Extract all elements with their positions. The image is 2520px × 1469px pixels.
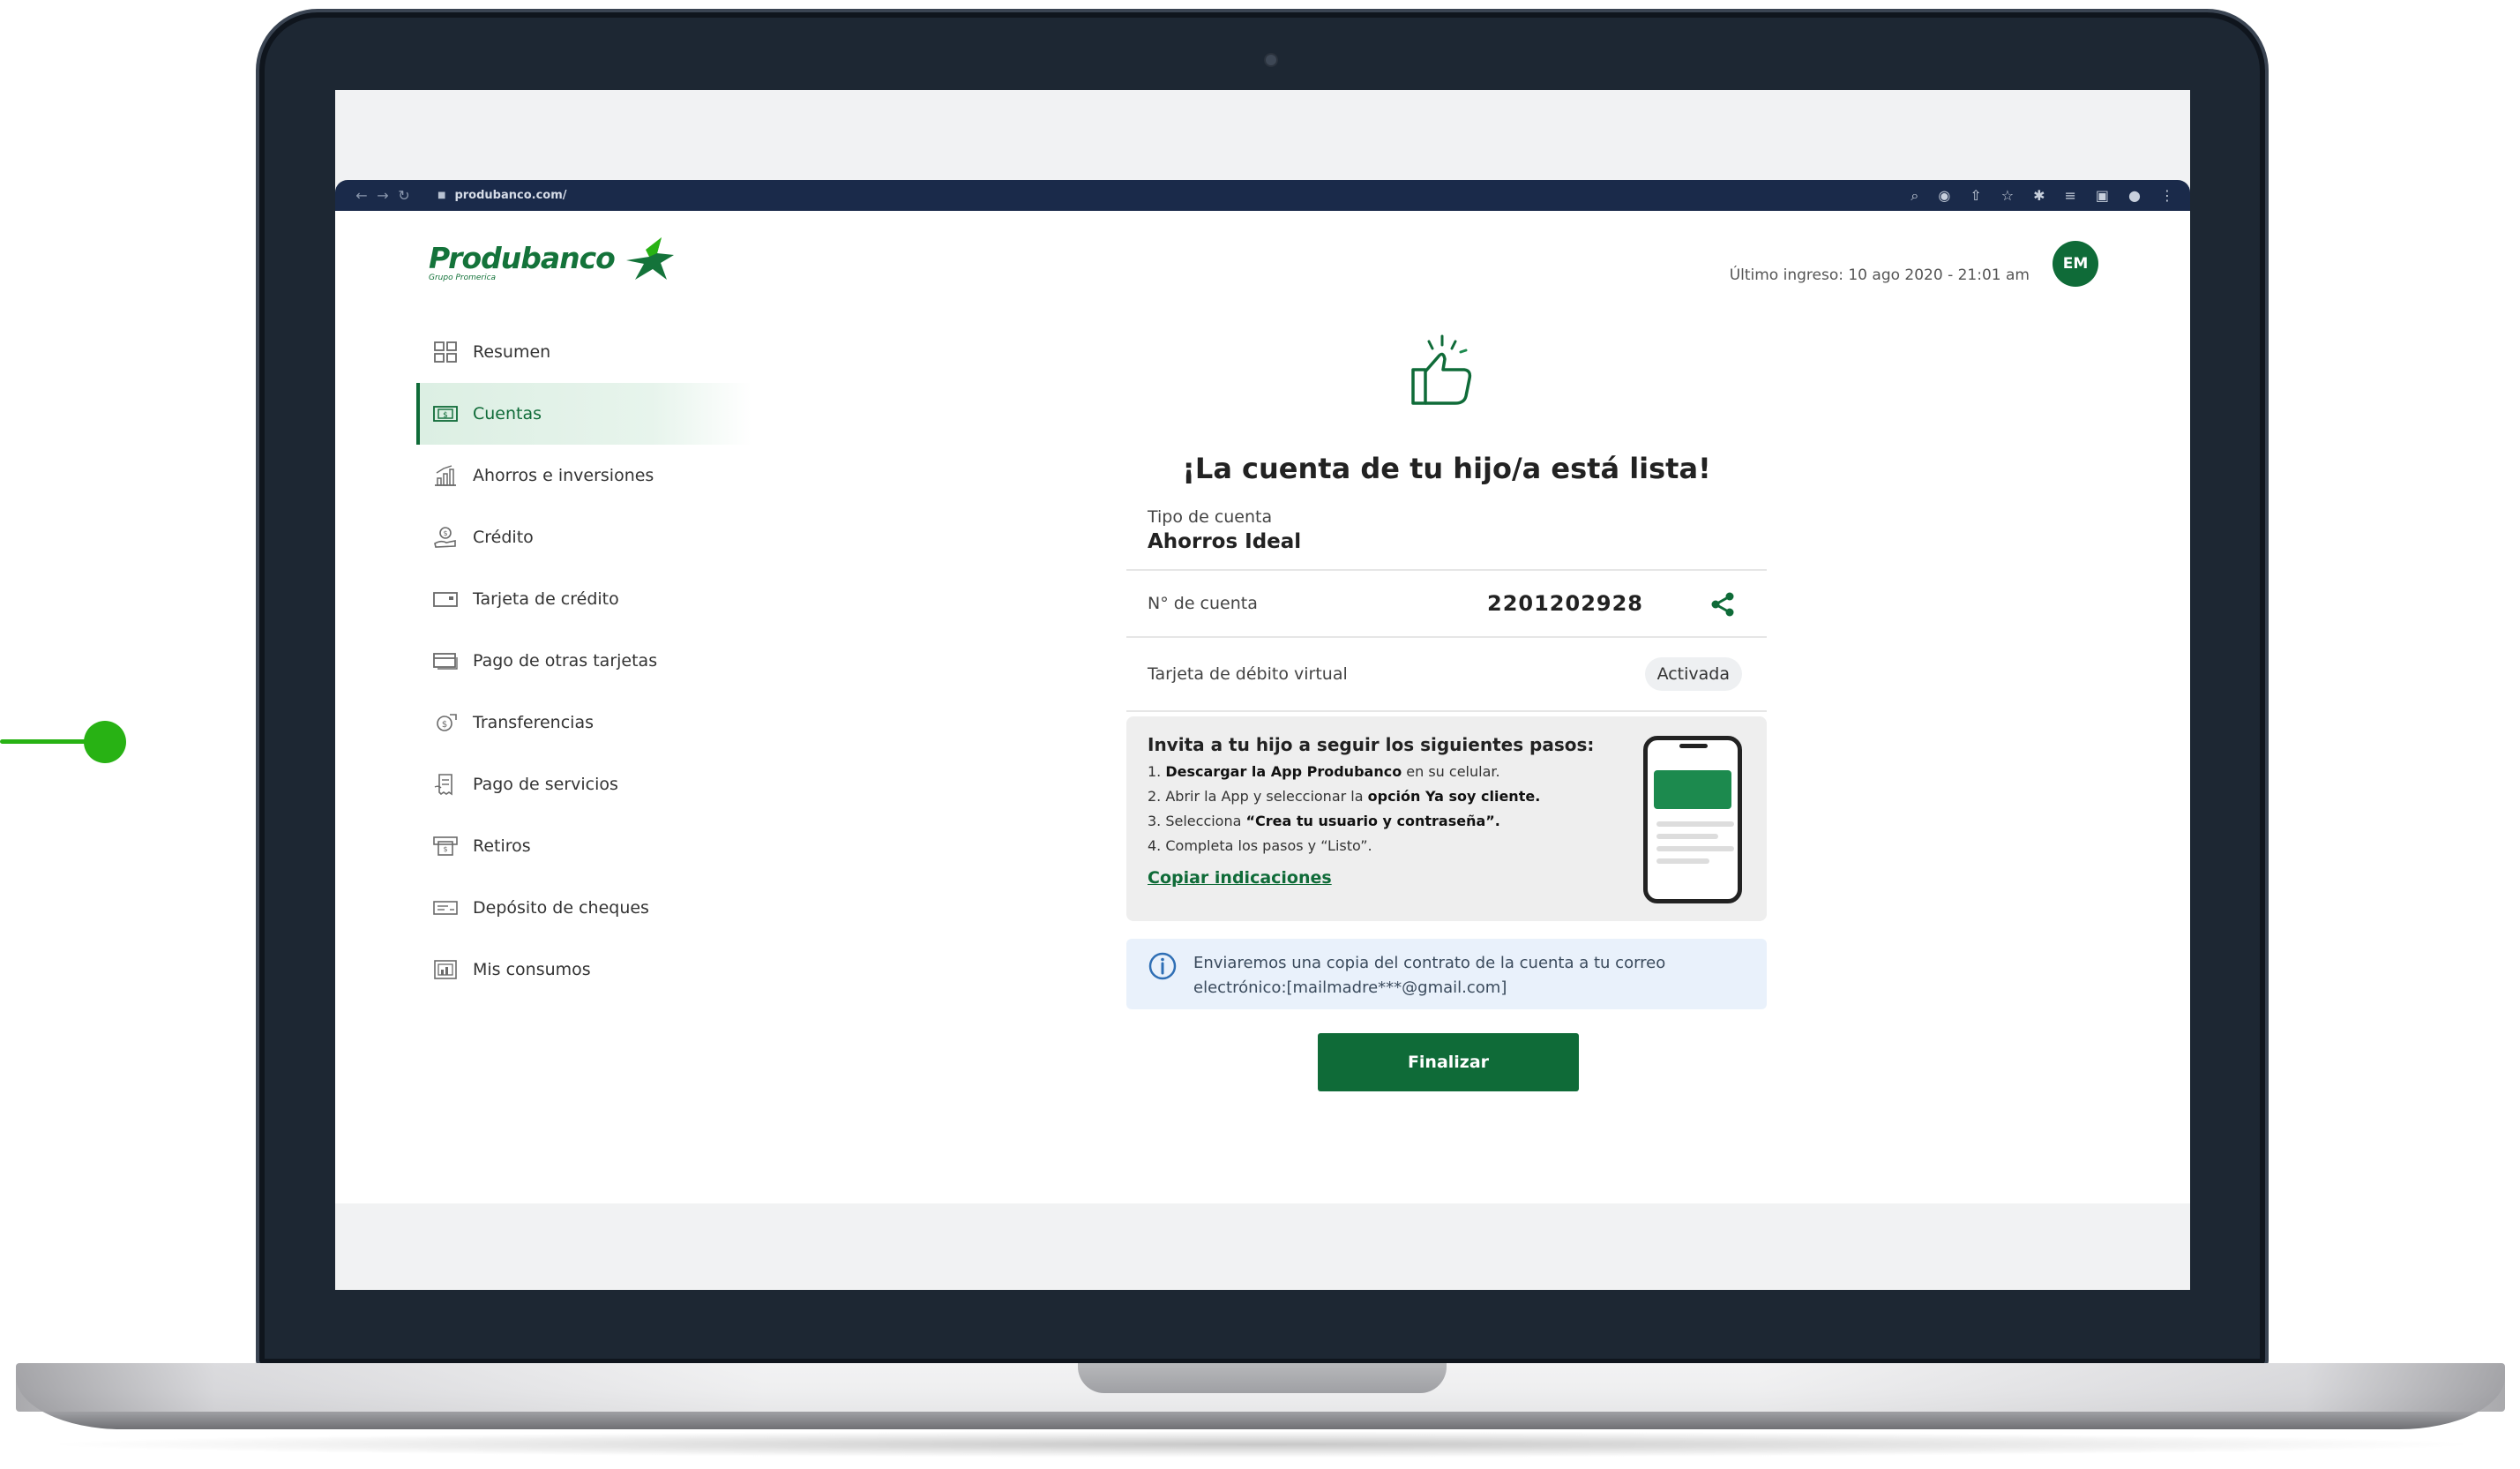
finish-button[interactable]: Finalizar [1318,1033,1579,1091]
produbanco-logo[interactable]: Produbanco Grupo Promerica [429,237,674,282]
last-login-text: Último ingreso: 10 ago 2020 - 21:01 am [1729,266,2030,284]
sidebar-item-cuentas[interactable]: $ Cuentas [416,383,752,445]
search-icon[interactable]: ⌕ [1911,187,1918,205]
browser-toolbar: ← → ↻ ■ produbanco.com/ ⌕ ◉ ⇧ ☆ ✱ ≡ ▣ ● … [335,180,2190,211]
address-bar[interactable]: ■ produbanco.com/ [437,189,567,202]
money-icon: $ [432,402,459,425]
sidebar-item-mis-consumos[interactable]: Mis consumos [416,939,752,1001]
sidebar-item-pago-servicios[interactable]: Pago de servicios [416,753,752,815]
info-icon [1148,952,1177,980]
laptop-notch [1078,1363,1447,1393]
avatar[interactable]: EM [2053,241,2098,287]
bookmark-star-icon[interactable]: ☆ [2001,187,2014,205]
transfer-icon: $ [432,711,459,734]
sidebar-item-tarjeta-credito[interactable]: Tarjeta de crédito [416,568,752,630]
sidebar-item-label: Resumen [473,342,551,362]
receipt-icon [432,773,459,796]
cards-icon [432,649,459,672]
account-summary-card: Tipo de cuenta Ahorros Ideal N° de cuent… [1126,493,1767,712]
thumbs-up-icon [1411,334,1472,405]
puzzle-icon[interactable]: ✱ [2033,187,2045,205]
status-badge: Activada [1644,657,1742,691]
check-icon [432,896,459,919]
reload-icon[interactable]: ↻ [393,187,415,204]
share-page-icon[interactable]: ⇧ [1970,187,1981,205]
sidebar-item-label: Pago de otras tarjetas [473,651,658,671]
laptop-shadow [35,1431,2487,1458]
address-url: produbanco.com/ [454,189,567,202]
hand-coin-icon: $ [432,526,459,549]
logo-wordmark: Produbanco [429,241,616,275]
account-number-row: N° de cuenta 2201202928 [1126,571,1767,638]
decorative-connector-dot [84,721,126,763]
laptop-screen: ← → ↻ ■ produbanco.com/ ⌕ ◉ ⇧ ☆ ✱ ≡ ▣ ● … [335,90,2190,1290]
sidebar-item-label: Tarjeta de crédito [473,589,619,609]
camera-icon [1264,53,1278,67]
account-number-value: 2201202928 [1487,591,1643,616]
back-icon[interactable]: ← [351,187,372,204]
svg-text:$: $ [443,411,448,420]
credit-card-icon [432,588,459,611]
account-number-label: N° de cuenta [1148,594,1258,613]
info-notice: Enviaremos una copia del contrato de la … [1126,939,1767,1009]
sidebar-nav: Resumen $ Cuentas Ahorros e inversiones … [416,321,752,1001]
sidebar-item-ahorros[interactable]: Ahorros e inversiones [416,445,752,506]
sidebar-item-label: Pago de servicios [473,775,618,794]
sidebar-item-label: Transferencias [473,713,594,732]
sidebar-item-label: Mis consumos [473,960,591,979]
star-icon [626,237,674,280]
svg-text:$: $ [443,845,447,853]
copy-instructions-link[interactable]: Copiar indicaciones [1148,868,1332,888]
svg-text:$: $ [442,720,447,730]
sidebar-item-transferencias[interactable]: $ Transferencias [416,692,752,753]
sidebar-item-credito[interactable]: $ Crédito [416,506,752,568]
extension-icon[interactable]: ◉ [1938,187,1950,205]
atm-icon: $ [432,835,459,858]
invite-steps-box: Invita a tu hijo a seguir los siguientes… [1126,716,1767,921]
decorative-connector-line [0,739,97,744]
debit-card-row: Tarjeta de débito virtual Activada [1126,638,1767,712]
page-title: ¡La cuenta de tu hijo/a está lista! [1182,452,1711,485]
share-icon[interactable] [1709,590,1737,618]
bar-chart-icon [432,464,459,487]
profile-icon[interactable]: ● [2128,187,2141,205]
browser-extension-icons: ⌕ ◉ ⇧ ☆ ✱ ≡ ▣ ● ⋮ [1911,187,2174,205]
account-type-value: Ahorros Ideal [1148,530,1302,553]
debit-card-label: Tarjeta de débito virtual [1148,664,1348,684]
sidebar-item-label: Depósito de cheques [473,898,649,918]
sidebar-toggle-icon[interactable]: ▣ [2096,187,2109,205]
sidebar-item-label: Ahorros e inversiones [473,466,654,485]
svg-text:$: $ [443,529,447,537]
sidebar-item-pago-tarjetas[interactable]: Pago de otras tarjetas [416,630,752,692]
sidebar-item-label: Cuentas [473,404,542,423]
media-icon[interactable]: ≡ [2065,187,2076,205]
phone-illustration [1643,736,1742,903]
sidebar-item-label: Crédito [473,528,534,547]
sidebar-item-retiros[interactable]: $ Retiros [416,815,752,877]
lock-icon: ■ [437,191,446,200]
sidebar-item-resumen[interactable]: Resumen [416,321,752,383]
report-icon [432,958,459,981]
sidebar-item-label: Retiros [473,836,531,856]
menu-dots-icon[interactable]: ⋮ [2160,187,2174,205]
account-type-row: Tipo de cuenta Ahorros Ideal [1126,493,1767,571]
account-type-label: Tipo de cuenta [1148,507,1273,527]
info-text: Enviaremos una copia del contrato de la … [1193,954,1666,997]
sidebar-item-deposito-cheques[interactable]: Depósito de cheques [416,877,752,939]
grid-icon [432,341,459,364]
forward-icon[interactable]: → [372,187,393,204]
banking-page: Produbanco Grupo Promerica Último ingres… [335,211,2190,1203]
